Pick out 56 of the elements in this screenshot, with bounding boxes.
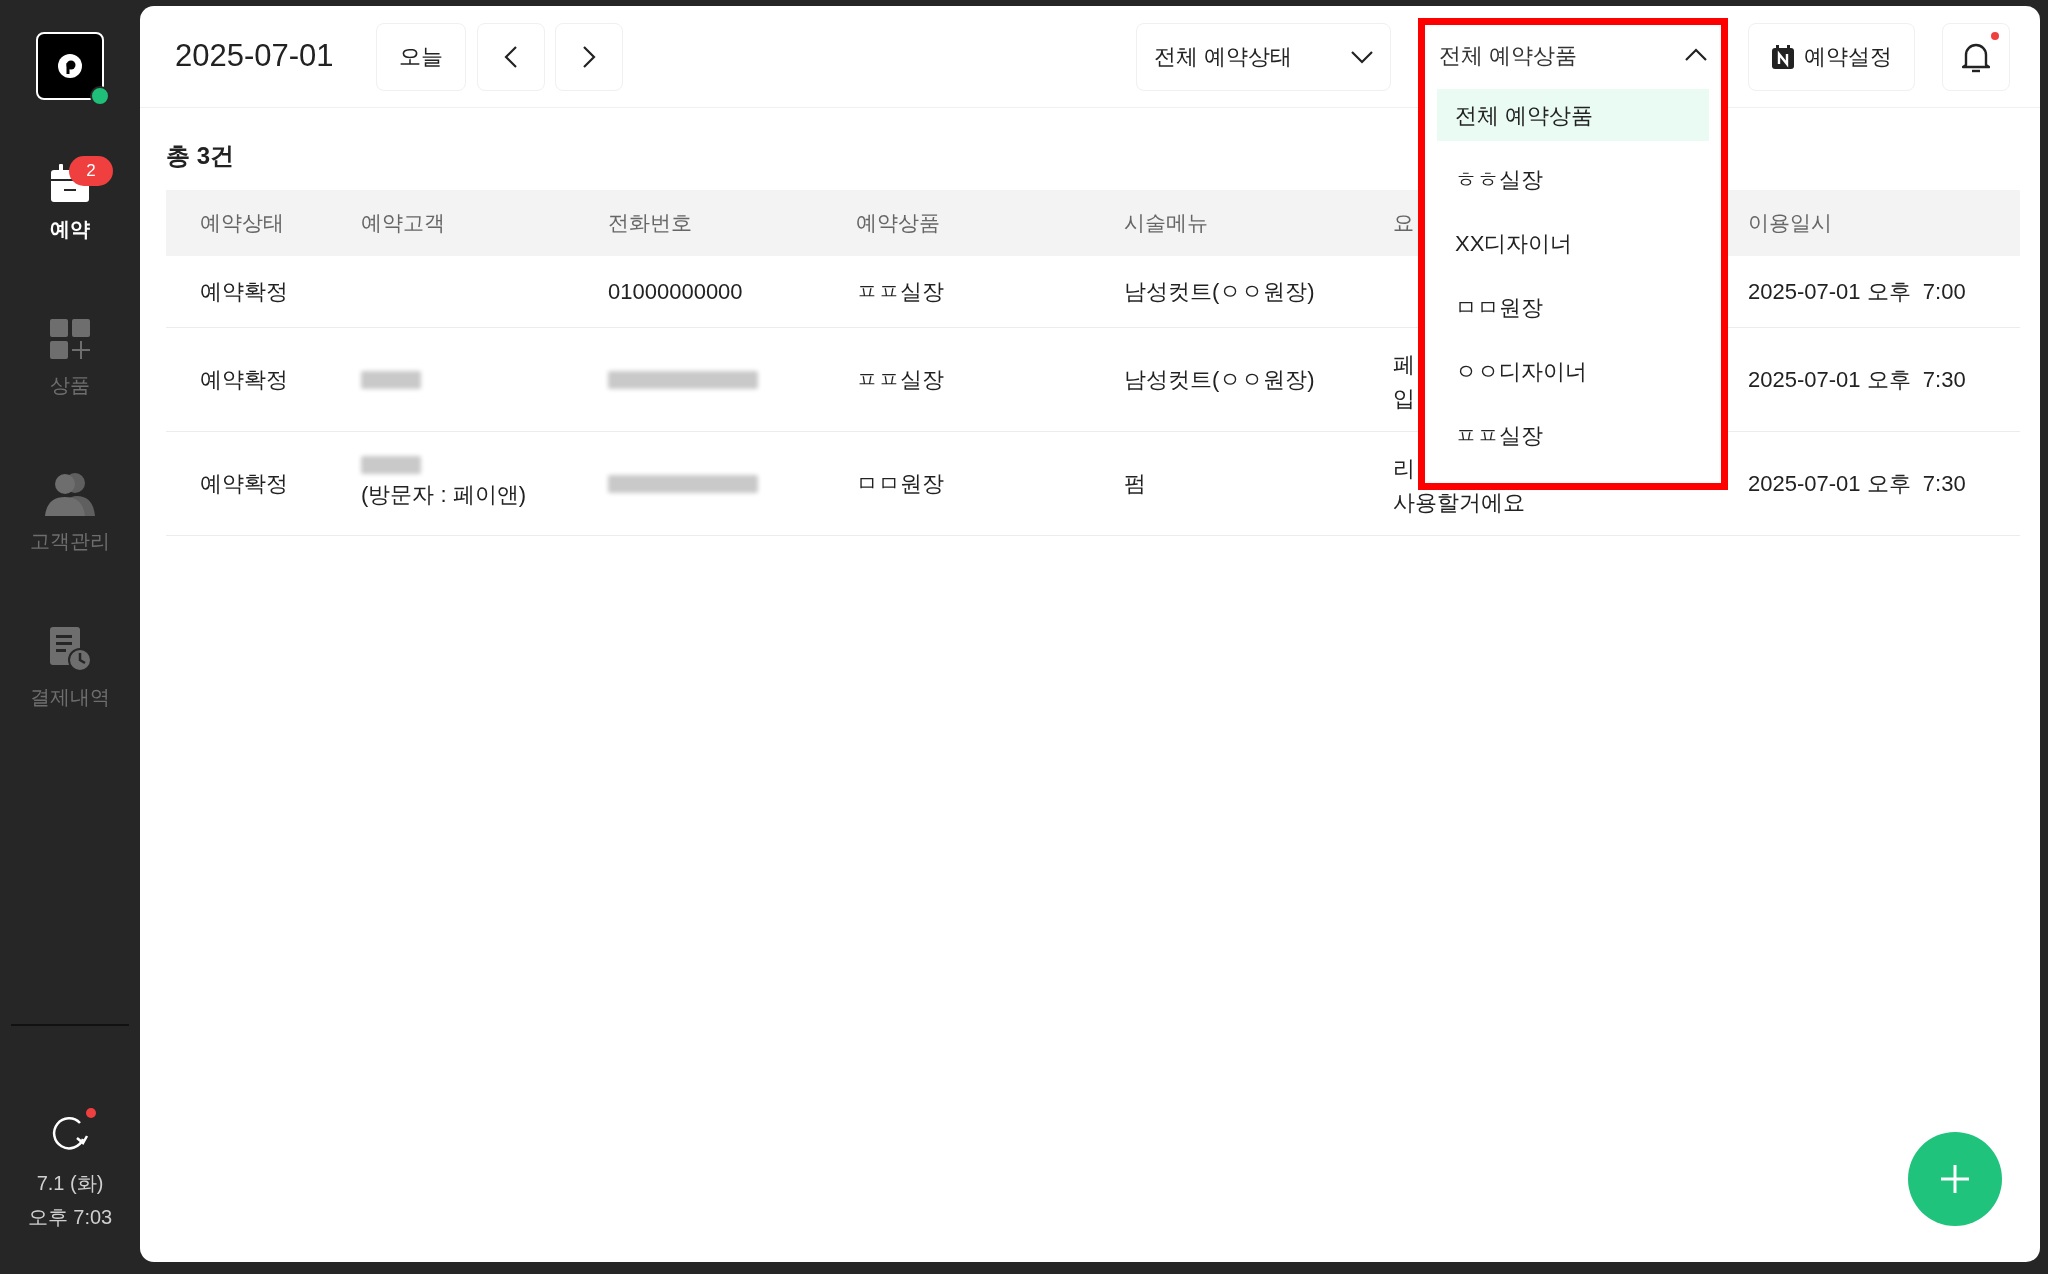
table-cell-text: 남성컷트(ㅇㅇ원장) xyxy=(1124,366,1316,394)
time-text: 오후 7:03 xyxy=(27,1205,113,1230)
logo-icon xyxy=(57,53,83,79)
chevron-icon xyxy=(1351,49,1373,64)
table-cell-text: 예약확정 xyxy=(200,278,289,306)
table-cell-text: 예약확정 xyxy=(200,366,289,394)
total-count: 총 3건 xyxy=(166,141,235,168)
dropdown-option[interactable]: ㅇㅇ디자이너 xyxy=(1437,345,1709,397)
table-cell-text: 입 xyxy=(1393,384,1415,413)
table-cell-text: ㅁㅁ원장 xyxy=(856,470,945,498)
table-cell-text: 남성컷트(ㅇㅇ원장) xyxy=(1124,278,1316,306)
chevron-right-icon xyxy=(582,45,596,68)
table-cell-text: 2025-07-01 오후 7:30 xyxy=(1748,366,1967,394)
column-header: 요 xyxy=(1393,210,1415,237)
nav-item[interactable]: 2 예약 xyxy=(15,158,125,244)
nav-label: 상품 xyxy=(50,373,90,398)
chevron-icon xyxy=(1685,48,1707,62)
column-header: 시술메뉴 xyxy=(1124,210,1209,237)
column-header: 이용일시 xyxy=(1748,210,1833,237)
date-text: 7.1 (화) xyxy=(36,1171,104,1196)
nav-label: 예약 xyxy=(50,217,90,242)
column-header: 예약상태 xyxy=(200,210,285,237)
column-header: 전화번호 xyxy=(608,210,693,237)
table-cell-text: 예약확정 xyxy=(200,470,289,498)
notification-button[interactable] xyxy=(1942,22,2010,91)
count-badge: 2 xyxy=(69,156,113,186)
current-date: 2025-07-01 xyxy=(175,37,335,76)
table-cell-text: 리 xyxy=(1393,454,1415,483)
table-cell: 01000000000 xyxy=(608,279,743,304)
grid-plus-icon xyxy=(49,318,91,360)
table-cell-text: (방문자 : 페이앤) xyxy=(361,481,527,509)
status-filter-dropdown[interactable]: 전체 예약상태 xyxy=(1136,22,1391,91)
table-cell-text: ㅍㅍ실장 xyxy=(856,278,945,306)
column-header: 예약고객 xyxy=(361,210,446,237)
table-cell-text: 사용할거에요 xyxy=(1393,488,1525,517)
table-cell-text: 2025-07-01 오후 7:30 xyxy=(1748,470,1967,498)
booking-settings-button[interactable]: 예약설정 xyxy=(1748,22,1915,91)
column-header: 예약상품 xyxy=(856,210,941,237)
today-button[interactable]: 오늘 xyxy=(376,22,466,91)
nav-label: 결제내역 xyxy=(30,685,110,710)
receipt-clock-icon xyxy=(48,626,92,672)
dropdown-option[interactable]: 전체 예약상품 xyxy=(1437,89,1709,141)
table-cell-text: 2025-07-01 오후 7:00 xyxy=(1748,278,1967,306)
table-cell-text: 페 xyxy=(1393,350,1415,379)
dropdown-option[interactable]: ㅎㅎ실장 xyxy=(1437,153,1709,205)
plus-icon xyxy=(1940,1164,1970,1194)
nav-label: 고객관리 xyxy=(30,529,110,554)
table-cell-text: ㅍㅍ실장 xyxy=(856,366,945,394)
product-filter-dropdown[interactable]: 전체 예약상품 xyxy=(1425,25,1721,85)
dropdown-option[interactable]: ㅁㅁ원장 xyxy=(1437,281,1709,333)
chevron-left-icon xyxy=(504,45,518,68)
dropdown-option[interactable]: XX디자이너 xyxy=(1437,217,1709,269)
calendar-icon xyxy=(1771,44,1794,69)
table-cell-text: 펌 xyxy=(1124,470,1147,498)
users-icon xyxy=(45,472,95,516)
dropdown-option[interactable]: ㅍㅍ실장 xyxy=(1437,409,1709,461)
